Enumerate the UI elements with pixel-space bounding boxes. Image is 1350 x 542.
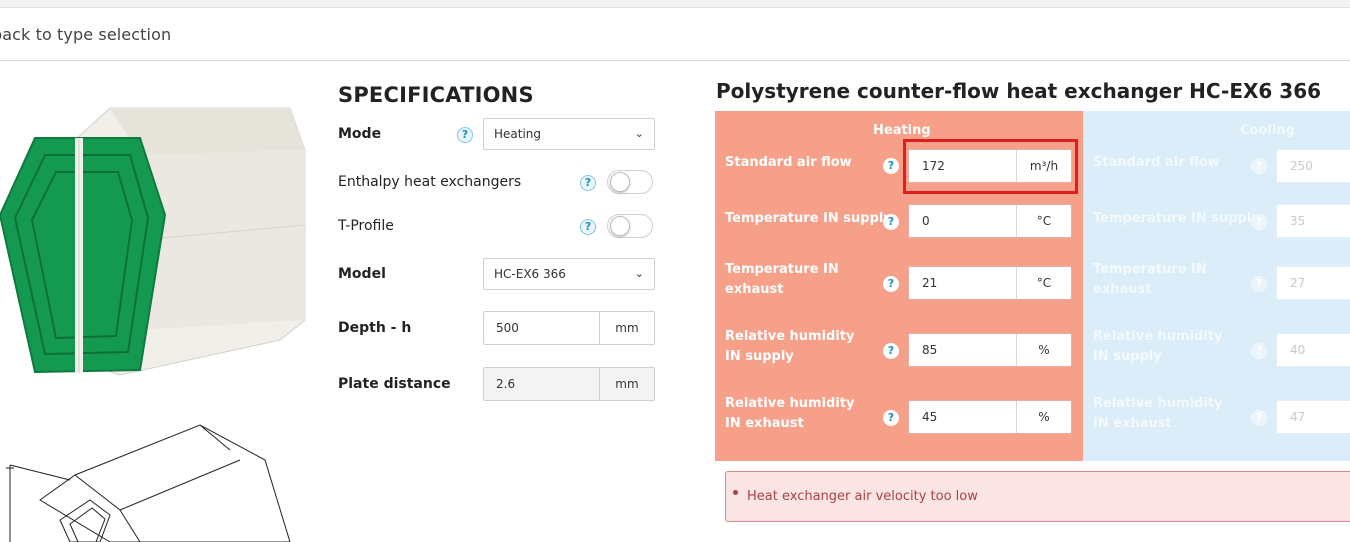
heating-rh-supply-help-icon[interactable]: ? — [883, 343, 899, 359]
cooling-temp-exhaust-input[interactable]: 27 — [1276, 266, 1350, 300]
heating-rh-supply-input[interactable]: 85 % — [908, 333, 1072, 367]
heating-temp-exhaust-value: 21 — [922, 276, 938, 290]
mode-label: Mode — [338, 126, 382, 142]
heating-rh-supply-value: 85 — [922, 343, 938, 357]
heat-exchanger-product-image — [0, 107, 306, 376]
model-select[interactable]: HC-EX6 366 ⌄ — [483, 258, 655, 290]
cooling-air-flow-label: Standard air flow — [1093, 155, 1220, 170]
cooling-temp-exhaust-value: 27 — [1290, 276, 1306, 290]
plate-distance-value: 2.6 — [496, 377, 516, 391]
heating-temp-exhaust-input[interactable]: 21 °C — [908, 266, 1072, 300]
cooling-rh-exhaust-help-icon[interactable]: ? — [1251, 410, 1267, 426]
back-to-type-selection-link[interactable]: back to type selection — [0, 25, 171, 44]
alert-bullet — [733, 490, 738, 495]
top-strip — [0, 0, 1350, 8]
cooling-rh-exhaust-input[interactable]: 47 — [1276, 400, 1350, 434]
cooling-temp-supply-value: 35 — [1290, 214, 1306, 228]
mode-help-icon[interactable]: ? — [457, 127, 473, 143]
heating-temp-supply-help-icon[interactable]: ? — [883, 214, 899, 230]
model-select-value: HC-EX6 366 — [494, 267, 566, 281]
heating-temp-supply-unit: °C — [1016, 205, 1071, 237]
heating-air-flow-label: Standard air flow — [725, 155, 852, 170]
cooling-temp-supply-help-icon[interactable]: ? — [1251, 214, 1267, 230]
specifications-heading: SPECIFICATIONS — [338, 83, 534, 107]
heating-temp-supply-value: 0 — [922, 214, 930, 228]
heating-rh-exhaust-help-icon[interactable]: ? — [883, 410, 899, 426]
mode-select[interactable]: Heating ⌄ — [483, 118, 655, 150]
heating-temp-exhaust-label: Temperature IN exhaust — [725, 262, 839, 297]
depth-value: 500 — [496, 321, 519, 335]
cooling-rh-supply-label: Relative humidity IN supply — [1093, 329, 1223, 364]
depth-label: Depth - h — [338, 320, 412, 336]
cooling-air-flow-value: 250 — [1290, 159, 1313, 173]
plate-distance-input: 2.6 mm — [483, 367, 655, 401]
cooling-temp-exhaust-label: Temperature IN exhaust — [1093, 262, 1207, 297]
toggle-knob — [610, 172, 630, 192]
heating-rh-exhaust-unit: % — [1016, 401, 1071, 433]
cooling-air-flow-input[interactable]: 250 — [1276, 149, 1350, 183]
t-profile-toggle[interactable] — [607, 214, 653, 238]
chevron-down-icon: ⌄ — [634, 267, 644, 280]
back-bar: back to type selection — [0, 9, 1350, 61]
heating-temp-exhaust-help-icon[interactable]: ? — [883, 276, 899, 292]
cooling-temp-supply-label: Temperature IN supply — [1093, 211, 1260, 226]
heating-rh-supply-label: Relative humidity IN supply — [725, 329, 855, 364]
air-flow-highlight-box — [903, 139, 1078, 194]
depth-unit: mm — [599, 312, 654, 344]
chevron-down-icon: ⌄ — [634, 127, 644, 140]
heating-temp-exhaust-unit: °C — [1016, 267, 1071, 299]
enthalpy-toggle[interactable] — [607, 170, 653, 194]
cooling-temp-supply-input[interactable]: 35 — [1276, 204, 1350, 238]
heating-rh-exhaust-input[interactable]: 45 % — [908, 400, 1072, 434]
cooling-air-flow-help-icon[interactable]: ? — [1251, 158, 1267, 174]
technical-drawing-image — [6, 424, 291, 542]
cooling-temp-exhaust-help-icon[interactable]: ? — [1251, 276, 1267, 292]
t-profile-label: T-Profile — [338, 218, 394, 234]
cooling-rh-supply-value: 40 — [1290, 343, 1306, 357]
heating-temp-supply-input[interactable]: 0 °C — [908, 204, 1072, 238]
cooling-rh-exhaust-value: 47 — [1290, 410, 1306, 424]
heating-rh-supply-unit: % — [1016, 334, 1071, 366]
toggle-knob — [610, 216, 630, 236]
depth-input[interactable]: 500 mm — [483, 311, 655, 345]
heating-rh-exhaust-value: 45 — [922, 410, 938, 424]
cooling-rh-supply-help-icon[interactable]: ? — [1251, 343, 1267, 359]
cooling-rh-exhaust-label: Relative humidity IN exhaust — [1093, 396, 1223, 431]
cooling-rh-supply-input[interactable]: 40 — [1276, 333, 1350, 367]
alert-message: Heat exchanger air velocity too low — [747, 489, 978, 504]
product-title: Polystyrene counter-flow heat exchanger … — [716, 79, 1322, 103]
plate-distance-label: Plate distance — [338, 376, 451, 392]
cooling-header: Cooling — [1240, 123, 1295, 138]
heating-header: Heating — [873, 123, 931, 138]
enthalpy-help-icon[interactable]: ? — [580, 175, 596, 191]
velocity-alert: Heat exchanger air velocity too low — [725, 471, 1350, 522]
cooling-panel: Cooling Standard air flow ? 250 Temperat… — [1083, 111, 1350, 461]
enthalpy-label: Enthalpy heat exchangers — [338, 174, 522, 190]
heating-air-flow-help-icon[interactable]: ? — [883, 158, 899, 174]
heating-rh-exhaust-label: Relative humidity IN exhaust — [725, 396, 855, 431]
t-profile-help-icon[interactable]: ? — [580, 219, 596, 235]
heating-temp-supply-label: Temperature IN supply — [725, 211, 892, 226]
plate-distance-unit: mm — [599, 368, 654, 400]
model-label: Model — [338, 266, 386, 282]
mode-select-value: Heating — [494, 127, 542, 141]
